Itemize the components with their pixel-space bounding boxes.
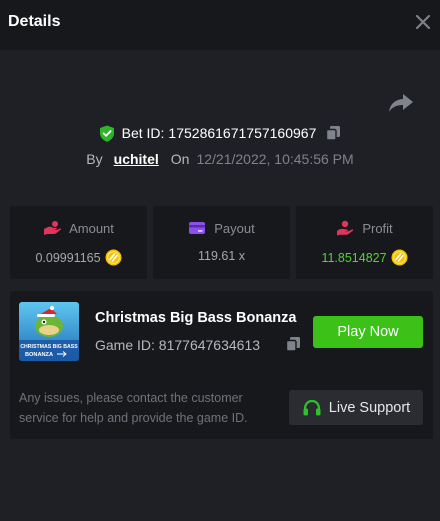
bet-by-row: By uchitel On 12/21/2022, 10:45:56 PM: [0, 149, 440, 169]
game-name[interactable]: Christmas Big Bass Bonanza: [95, 310, 296, 326]
game-id: Game ID: 8177647634613: [95, 337, 260, 353]
play-now-button[interactable]: Play Now: [313, 316, 423, 348]
thumb-subtitle: BONANZA: [25, 352, 53, 358]
by-label: By: [86, 151, 103, 167]
game-id-label: Game ID:: [95, 337, 155, 353]
dialog-title: Details: [8, 13, 61, 30]
user-link[interactable]: uchitel: [114, 151, 159, 167]
live-support-label: Live Support: [328, 399, 411, 416]
copy-bet-id-icon[interactable]: [325, 125, 341, 141]
thumb-title: CHRISTMAS BIG BASS: [20, 344, 78, 350]
bet-id-row: Bet ID: 1752861671757160967: [0, 122, 440, 144]
game-id-value: 8177647634613: [158, 337, 261, 353]
hand-coins-icon: [44, 221, 62, 235]
on-label: On: [170, 151, 190, 167]
copy-game-id-icon[interactable]: [285, 336, 301, 352]
headset-icon: [303, 399, 321, 415]
share-icon[interactable]: [388, 92, 414, 114]
verified-shield-icon: [99, 125, 114, 142]
header: Details: [0, 0, 440, 50]
live-support-button[interactable]: Live Support: [289, 390, 423, 425]
stat-value: 119.61 x: [197, 249, 246, 263]
game-panel: CHRISTMAS BIG BASS BONANZA Christmas Big…: [10, 291, 433, 439]
game-thumbnail[interactable]: CHRISTMAS BIG BASS BONANZA: [19, 302, 79, 361]
coin-icon: [105, 249, 122, 266]
stat-label: Payout: [214, 220, 255, 236]
stat-label: Profit: [362, 220, 393, 236]
close-icon[interactable]: [414, 13, 432, 31]
card-icon: [189, 222, 206, 234]
stat-amount: Amount 0.09991165: [10, 206, 147, 279]
profit-hand-icon: [337, 220, 354, 236]
stat-value: 11.8514827: [321, 250, 387, 265]
stat-profit: Profit 11.8514827: [296, 206, 433, 279]
stat-payout: Payout 119.61 x: [153, 206, 290, 279]
bet-date: 12/21/2022, 10:45:56 PM: [196, 151, 354, 167]
bet-id-label: Bet ID:: [121, 125, 165, 141]
stat-value: 0.09991165: [35, 250, 101, 265]
bet-id-value: 1752861671757160967: [168, 125, 317, 141]
coin-icon: [391, 249, 408, 266]
support-message: Any issues, please contact the customer …: [19, 391, 248, 425]
stat-label: Amount: [69, 220, 114, 236]
